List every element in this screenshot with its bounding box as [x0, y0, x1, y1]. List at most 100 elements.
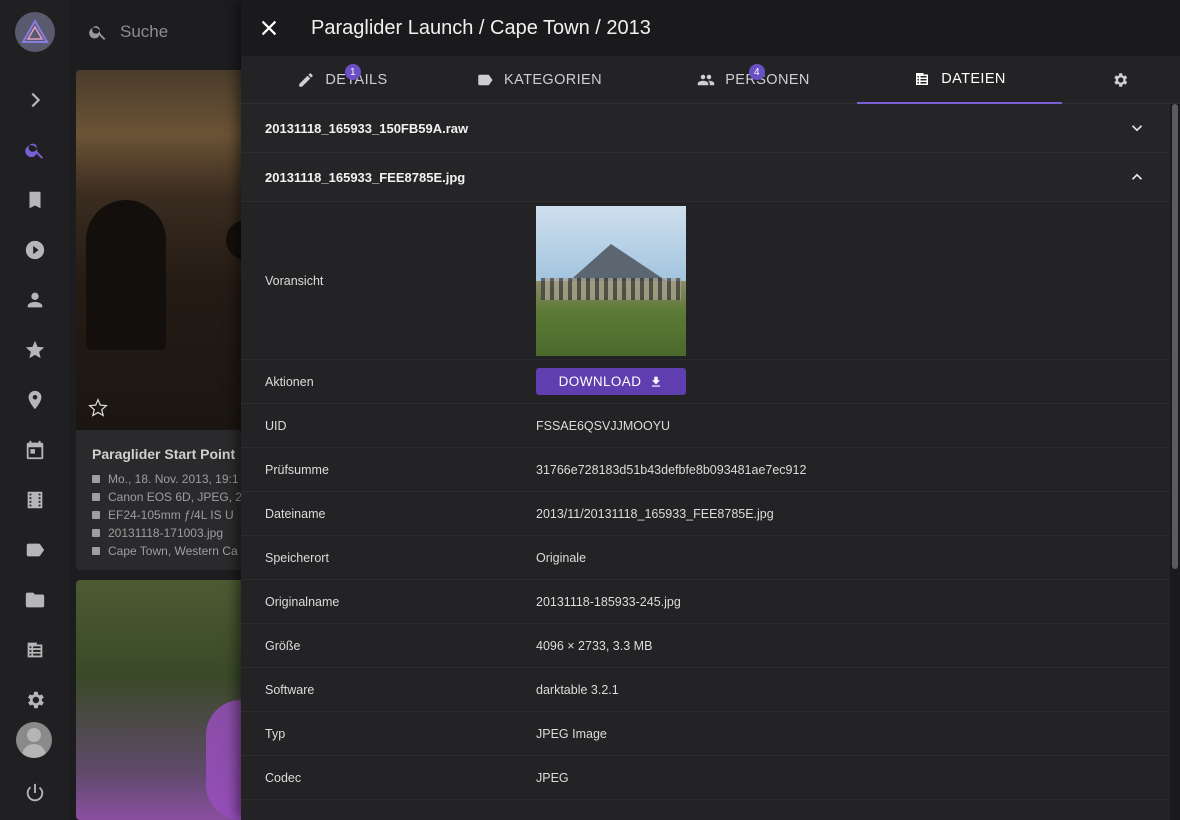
star-icon [25, 340, 45, 359]
detail-row [241, 800, 1170, 820]
file-icon [92, 529, 100, 537]
detail-value: Originale [536, 550, 587, 565]
detail-label: Typ [265, 726, 286, 741]
pencil-icon [299, 73, 314, 87]
file-name: 20131118_165933_150FB59A.raw [265, 120, 469, 136]
nav-people[interactable] [22, 287, 48, 313]
calendar-icon [26, 440, 44, 460]
card-lens: EF24-105mm ƒ/4L IS U [92, 508, 234, 522]
count-badge: 4 [749, 64, 765, 80]
nav-folders[interactable] [22, 587, 48, 613]
label-icon [478, 74, 493, 86]
detail-row-preview: Voransicht [241, 202, 1170, 360]
camera-icon [92, 493, 100, 501]
chevron-right-icon [31, 92, 41, 108]
tab-bar: DETAILS KATEGORIEN 1 PERSONEN DATEIEN 4 [241, 56, 1180, 104]
detail-row: Größe 4096 × 2733, 3.3 MB [241, 624, 1170, 668]
expand-nav-button[interactable] [22, 87, 48, 113]
card-title: Paraglider Start Point [92, 446, 236, 462]
nav-albums[interactable] [22, 187, 48, 213]
edit-dialog: Paraglider Launch / Cape Town / 2013 DET… [241, 0, 1180, 820]
detail-label: Codec [265, 770, 302, 785]
nav-videos[interactable] [22, 237, 48, 263]
close-button[interactable] [257, 16, 281, 40]
detail-value: 4096 × 2733, 3.3 MB [536, 638, 653, 653]
people-icon [697, 74, 715, 86]
photo-thumbnail[interactable] [76, 70, 256, 430]
detail-label: Voransicht [265, 273, 324, 288]
detail-value: 20131118-185933-245.jpg [536, 594, 681, 609]
tab-personen[interactable]: PERSONEN [651, 56, 856, 104]
detail-row: Software darktable 3.2.1 [241, 668, 1170, 712]
detail-row: Originalname 20131118-185933-245.jpg [241, 580, 1170, 624]
tab-settings[interactable] [1087, 56, 1153, 104]
file-cabinet-icon [27, 642, 43, 658]
nav-moments[interactable] [22, 487, 48, 513]
dialog-toolbar: Paraglider Launch / Cape Town / 2013 [241, 0, 1180, 56]
detail-row: Prüfsumme 31766e728183d51b43defbfe8b09348… [241, 448, 1170, 492]
photo-card[interactable]: Paraglider Start Point Mo., 18. Nov. 201… [76, 70, 256, 570]
chevron-up-icon [1131, 173, 1143, 180]
detail-value: darktable 3.2.1 [536, 682, 619, 697]
file-expander-raw[interactable]: 20131118_165933_150FB59A.raw [241, 104, 1170, 153]
gear-icon [28, 691, 44, 709]
detail-row: Typ JPEG Image [241, 712, 1170, 756]
lens-icon [92, 511, 100, 519]
detail-row: Speicherort Originale [241, 536, 1170, 580]
film-icon [27, 491, 43, 509]
file-name: 20131118_165933_FEE8785E.jpg [265, 169, 466, 185]
photo-card[interactable] [76, 580, 256, 820]
logo-icon [21, 18, 49, 43]
background-search[interactable]: Suche [70, 0, 270, 64]
play-circle-icon [25, 240, 45, 260]
detail-label: Speicherort [265, 550, 329, 565]
search-placeholder: Suche [120, 22, 169, 41]
detail-label: Originalname [265, 594, 340, 609]
nav-calendar[interactable] [22, 437, 48, 463]
card-location: Cape Town, Western Ca [92, 544, 238, 558]
gear-icon [1114, 73, 1128, 87]
detail-label: Dateiname [265, 506, 326, 521]
nav-library[interactable] [22, 637, 48, 663]
preview-image[interactable] [536, 205, 686, 356]
favorite-star-icon[interactable] [88, 398, 108, 418]
nav-labels[interactable] [22, 537, 48, 563]
nav-settings[interactable] [22, 687, 48, 713]
scrollbar-thumb[interactable] [1172, 104, 1178, 569]
app-logo[interactable] [15, 12, 55, 52]
close-icon [261, 20, 277, 36]
person-icon [27, 292, 43, 308]
card-camera: Canon EOS 6D, JPEG, 2 [92, 490, 242, 504]
nav-search[interactable] [22, 137, 48, 163]
download-icon [652, 376, 661, 387]
nav-favorites[interactable] [22, 337, 48, 363]
chevron-down-icon [1131, 125, 1143, 132]
tab-dateien[interactable]: DATEIEN 4 [749, 56, 1062, 104]
bookmark-icon [29, 191, 41, 209]
count-badge: 1 [345, 64, 361, 80]
file-cabinet-icon [916, 73, 929, 85]
download-button[interactable]: DOWNLOAD [536, 368, 686, 395]
power-icon [26, 783, 44, 802]
detail-value: 2013/11/20131118_165933_FEE8785E.jpg [536, 506, 774, 521]
user-avatar[interactable] [16, 722, 52, 758]
folder-icon [25, 592, 45, 608]
search-icon [89, 26, 106, 40]
file-expander-jpg[interactable]: 20131118_165933_FEE8785E.jpg [241, 153, 1170, 202]
detail-value: 31766e728183d51b43defbfe8b093481ae7ec912 [536, 462, 807, 477]
detail-row-actions: Aktionen DOWNLOAD [241, 360, 1170, 404]
detail-label: Größe [265, 638, 301, 653]
detail-row: Codec JPEG [241, 756, 1170, 800]
nav-rail [0, 0, 70, 820]
location-pin-icon [92, 547, 100, 555]
nav-places[interactable] [22, 387, 48, 413]
card-date: Mo., 18. Nov. 2013, 19:1 [92, 472, 239, 486]
detail-value: JPEG Image [536, 726, 607, 741]
search-icon [25, 143, 44, 159]
tab-kategorien[interactable]: KATEGORIEN 1 [345, 56, 632, 104]
scrollbar[interactable] [1170, 104, 1180, 820]
tab-details[interactable]: DETAILS [241, 56, 444, 104]
logout-button[interactable] [22, 780, 48, 806]
files-list[interactable]: 20131118_165933_150FB59A.raw 20131118_16… [241, 104, 1170, 820]
detail-label: Aktionen [265, 374, 314, 389]
